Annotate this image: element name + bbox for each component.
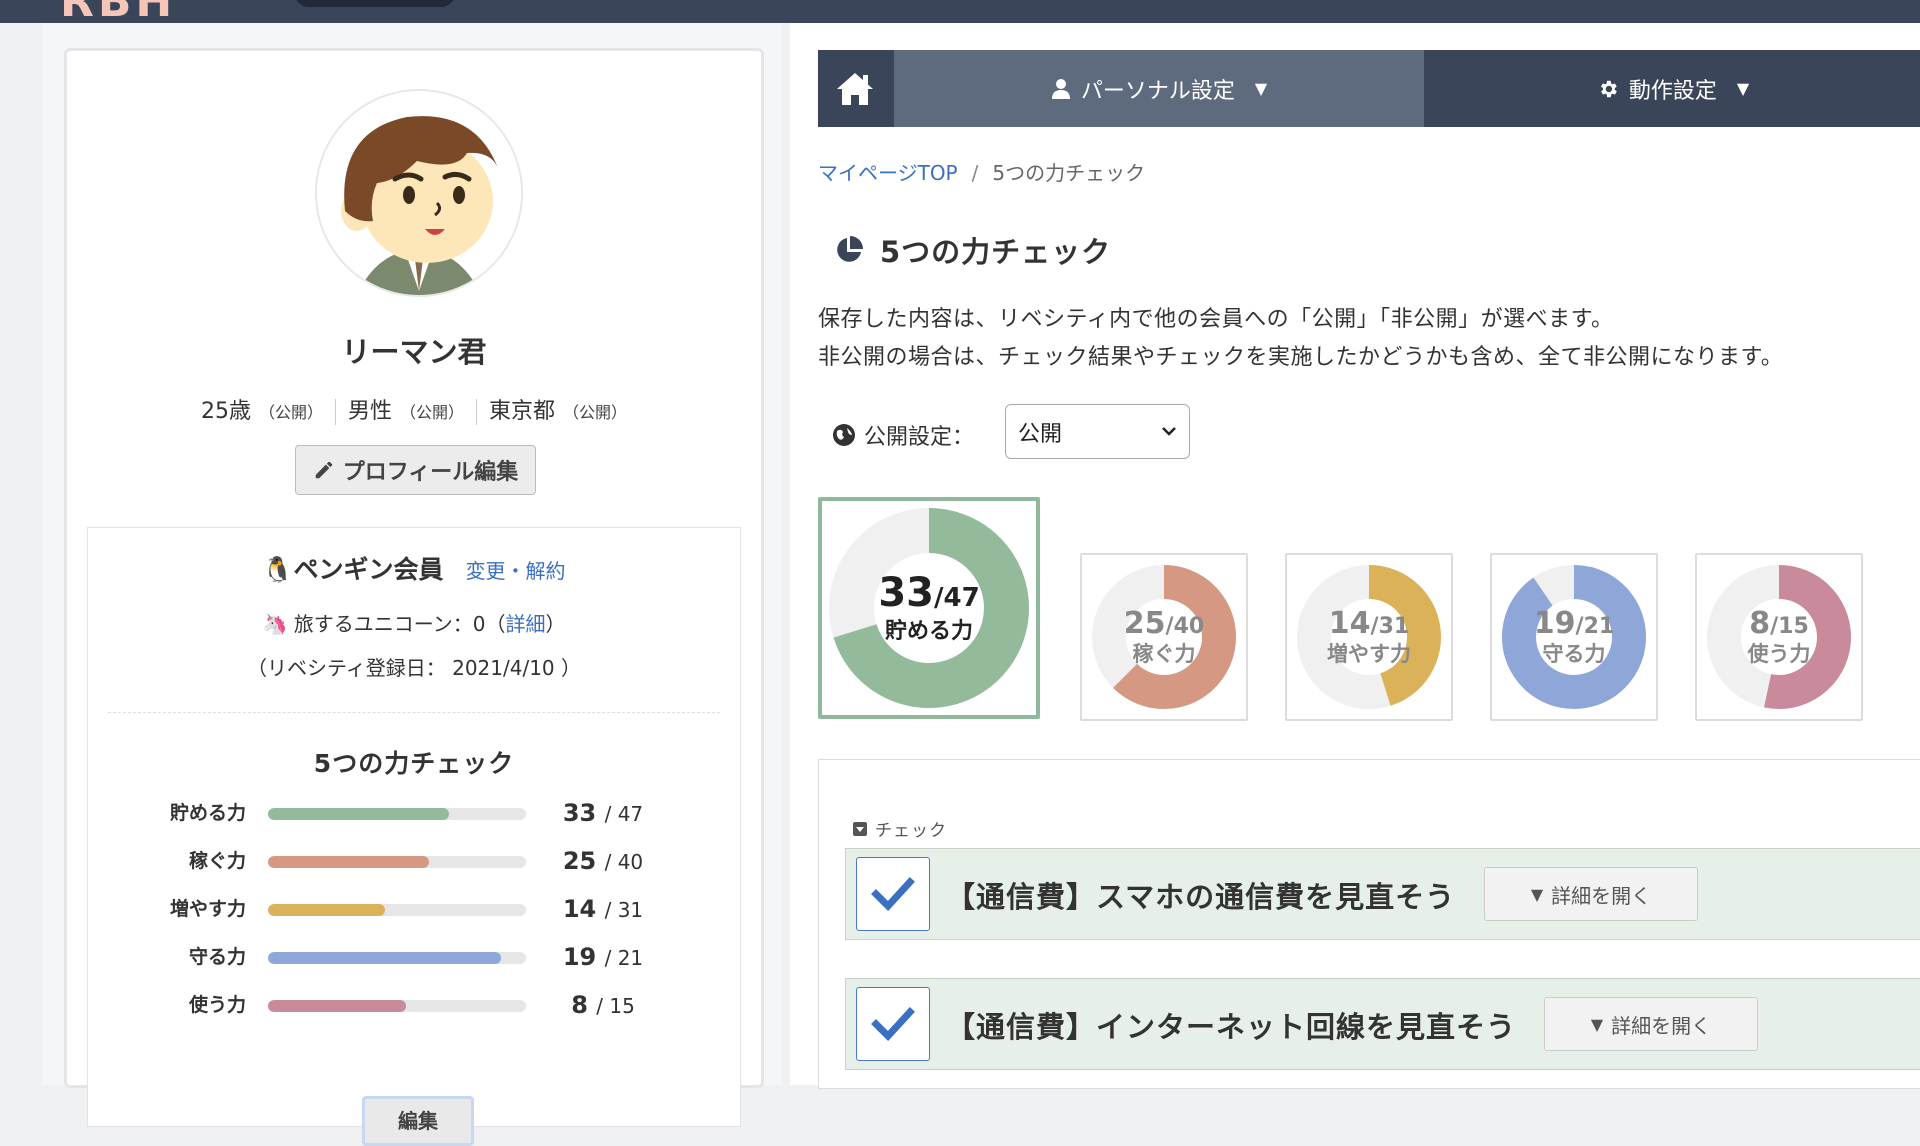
- breadcrumb: マイページTOP/5つの力チェック: [818, 161, 1146, 185]
- donut-chart: 19/21守る力: [1502, 565, 1646, 709]
- donut-score: 33/47: [878, 570, 979, 616]
- nav-bar: パーソナル設定 ▼ 動作設定 ▼: [818, 50, 1920, 127]
- progress-bar: [268, 808, 526, 820]
- privacy-label: 公開設定：: [832, 419, 974, 451]
- chevron-down-icon: ▼: [1736, 79, 1750, 98]
- progress-fill: [268, 904, 385, 916]
- check-item: 【通信費】インターネット回線を見直そう ▼ 詳細を開く: [845, 978, 1920, 1070]
- page-title: 5つの力チェック: [834, 229, 1111, 271]
- mini-check-label: 守る力: [188, 946, 246, 968]
- check-checkbox[interactable]: [856, 857, 930, 931]
- edit-button[interactable]: 編集: [362, 1096, 474, 1146]
- user-icon: [1051, 78, 1071, 100]
- donut-label: 稼ぐ力: [1133, 642, 1196, 666]
- profile-card: リーマン君 25歳 （公開） 男性 （公開） 東京都 （公開） プロフィール編集 🐧ペンギ…: [64, 48, 764, 1146]
- mini-check-row: 守る力 19 / 21: [148, 942, 668, 972]
- chevron-down-icon: [1162, 427, 1176, 436]
- progress-bar: [268, 1000, 526, 1012]
- donut-card[interactable]: 25/40 稼ぐ力: [1080, 553, 1248, 721]
- mini-check-score: 33 / 47: [562, 799, 644, 827]
- mini-check-label: 使う力: [188, 994, 246, 1016]
- check-checkbox[interactable]: [856, 987, 930, 1061]
- donut-chart: 14/31増やす力: [1297, 565, 1441, 709]
- mini-check-label: 貯める力: [169, 802, 246, 824]
- pencil-icon: [315, 461, 332, 479]
- donut-card[interactable]: 8/15 使う力: [1695, 553, 1863, 721]
- checkmark-icon: [871, 877, 915, 912]
- description-line-1: 保存した内容は、リベシティ内で他の会員への「公開」「非公開」が選べます。: [818, 307, 1614, 332]
- donut-label: 貯める力: [885, 618, 973, 644]
- edit-profile-button[interactable]: プロフィール編集: [295, 445, 536, 495]
- caret-box-icon: [853, 821, 867, 836]
- checkmark-icon: [871, 1007, 915, 1042]
- mini-check-score: 25 / 40: [562, 847, 644, 875]
- register-date: （リベシティ登録日： 2021/4/10 ）: [246, 656, 582, 680]
- gear-icon: [1597, 78, 1619, 100]
- donut-label: 使う力: [1747, 642, 1811, 666]
- progress-fill: [268, 1000, 406, 1012]
- mini-check-row: 稼ぐ力 25 / 40: [148, 846, 668, 876]
- home-icon: [837, 72, 873, 105]
- triangle-down-icon: ▼: [1530, 884, 1544, 904]
- membership-title: 🐧ペンギン会員 変更・解約: [262, 555, 566, 584]
- donut-chart: 25/40稼ぐ力: [1092, 565, 1236, 709]
- mini-check-row: 増やす力 14 / 31: [148, 894, 668, 924]
- open-details-button[interactable]: ▼ 詳細を開く: [1544, 997, 1758, 1051]
- main-content: パーソナル設定 ▼ 動作設定 ▼ マイページTOP/5つの力チェック 5つの力チ…: [790, 23, 1920, 1089]
- check-title: 【通信費】スマホの通信費を見直そう: [946, 880, 1456, 914]
- progress-fill: [268, 856, 430, 868]
- checks-heading[interactable]: チェック: [853, 816, 947, 841]
- breadcrumb-current: 5つの力チェック: [992, 161, 1146, 185]
- divider: [108, 712, 720, 713]
- donut-score: 8/15: [1749, 606, 1809, 641]
- user-gender: 男性 （公開）: [347, 399, 464, 424]
- breadcrumb-home-link[interactable]: マイページTOP: [818, 161, 958, 185]
- mini-check-row: 貯める力 33 / 47: [148, 798, 668, 828]
- mini-check-label: 増やす力: [169, 898, 246, 920]
- open-details-button[interactable]: ▼ 詳細を開く: [1484, 867, 1698, 921]
- mini-check-label: 稼ぐ力: [188, 850, 246, 872]
- user-name: リーマン君: [341, 335, 487, 369]
- unicorn-detail-link[interactable]: 詳細: [505, 612, 545, 636]
- mini-check-row: 使う力 8 / 15: [148, 990, 668, 1020]
- top-bar-pill[interactable]: [295, 0, 455, 7]
- check-item: 【通信費】スマホの通信費を見直そう ▼ 詳細を開く: [845, 848, 1920, 940]
- action-settings-menu[interactable]: 動作設定 ▼: [1426, 50, 1920, 127]
- mini-check-score: 19 / 21: [562, 943, 644, 971]
- home-button[interactable]: [818, 50, 892, 127]
- progress-fill: [268, 808, 450, 820]
- mini-check-score: 8 / 15: [571, 991, 635, 1019]
- checks-panel: チェック 【通信費】スマホの通信費を見直そう ▼ 詳細を開く 【通信費】インターネット…: [818, 759, 1920, 1089]
- progress-bar: [268, 856, 526, 868]
- pie-chart-icon: [837, 236, 863, 262]
- chevron-down-icon: ▼: [1254, 79, 1268, 98]
- donut-label: 守る力: [1543, 642, 1606, 666]
- membership-box: 🐧ペンギン会員 変更・解約 🦄 旅するユニコーン：0（詳細） （リベシティ登録日：…: [87, 527, 741, 1146]
- user-age: 25歳 （公開）: [200, 399, 323, 424]
- mini-check-score: 14 / 31: [562, 895, 644, 923]
- donut-chart: 8/15使う力: [1707, 565, 1851, 709]
- donut-card[interactable]: 14/31 増やす力: [1285, 553, 1453, 721]
- triangle-down-icon: ▼: [1590, 1014, 1604, 1034]
- change-cancel-link[interactable]: 変更・解約: [466, 559, 566, 583]
- progress-bar: [268, 952, 526, 964]
- avatar: [315, 89, 523, 297]
- unicorn-line: 🦄 旅するユニコーン：0（詳細）: [262, 612, 566, 636]
- progress-bar: [268, 904, 526, 916]
- site-logo[interactable]: RBH: [60, 0, 176, 23]
- user-meta: 25歳 （公開） 男性 （公開） 東京都 （公開）: [67, 393, 761, 425]
- privacy-select[interactable]: 公開: [1005, 404, 1190, 459]
- user-location: 東京都 （公開）: [489, 399, 628, 424]
- check-title: 【通信費】インターネット回線を見直そう: [946, 1010, 1517, 1044]
- mini-check-title: 5つの力チェック: [313, 749, 515, 778]
- donut-card[interactable]: 33/47 貯める力: [818, 497, 1040, 719]
- donut-card[interactable]: 19/21 守る力: [1490, 553, 1658, 721]
- globe-icon: [833, 424, 855, 446]
- description-line-2: 非公開の場合は、チェック結果やチェックを実施したかどうかも含め、全て非公開になり…: [818, 345, 1784, 370]
- personal-settings-menu[interactable]: パーソナル設定 ▼: [894, 50, 1424, 127]
- progress-fill: [268, 952, 502, 964]
- donut-chart: 33/47貯める力: [829, 508, 1029, 708]
- top-bar: RBH: [0, 0, 1920, 23]
- donut-label: 増やす力: [1327, 642, 1411, 666]
